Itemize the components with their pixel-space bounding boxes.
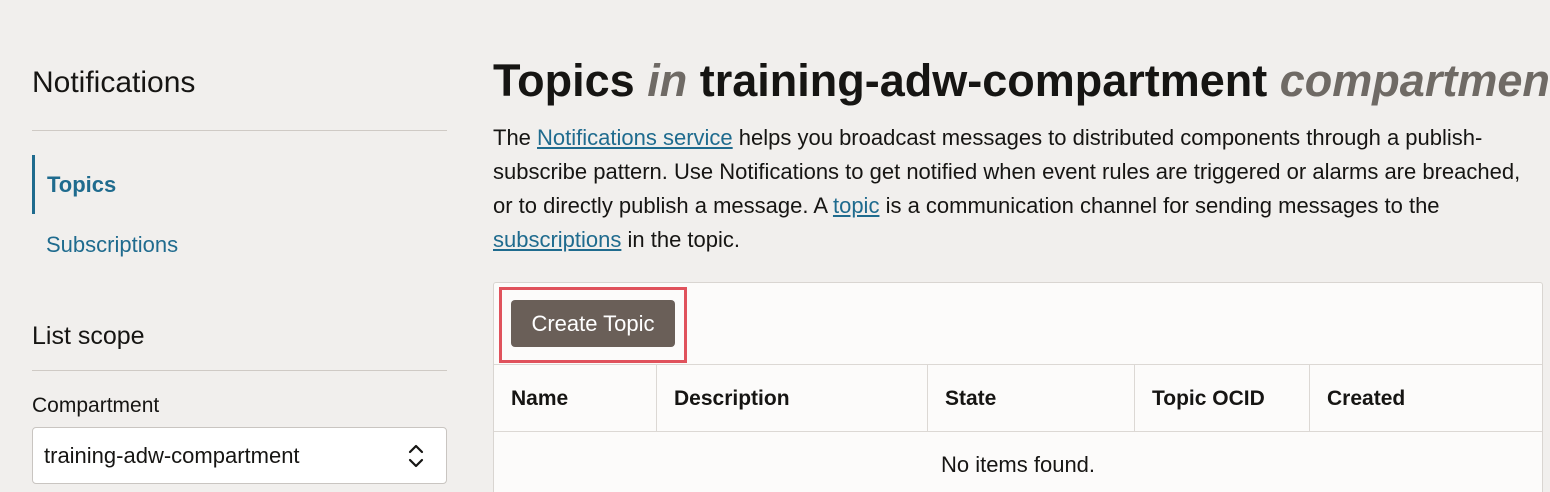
page: Notifications Topics Subscriptions List … — [0, 0, 1550, 492]
notifications-service-link[interactable]: Notifications service — [537, 125, 733, 150]
topics-table-panel: Create Topic Name Description State Topi… — [493, 282, 1543, 492]
subscriptions-link[interactable]: subscriptions — [493, 227, 621, 252]
sidebar-divider — [32, 130, 447, 131]
column-header-created[interactable]: Created — [1309, 365, 1544, 432]
table-toolbar: Create Topic — [494, 283, 1542, 365]
page-title-suffix: compartment — [1279, 55, 1550, 106]
sidebar-item-subscriptions[interactable]: Subscriptions — [32, 214, 447, 276]
sidebar-nav: Topics Subscriptions — [32, 155, 447, 276]
compartment-value: training-adw-compartment — [44, 443, 300, 468]
column-header-topic-ocid[interactable]: Topic OCID — [1134, 365, 1309, 432]
topic-link[interactable]: topic — [833, 193, 879, 218]
column-header-state[interactable]: State — [927, 365, 1134, 432]
chevron-up-down-icon — [408, 444, 424, 468]
page-title-compartment-name: training-adw-compartment — [699, 55, 1268, 106]
list-scope-title: List scope — [32, 322, 145, 350]
intro-text-part: in the topic. — [621, 227, 741, 252]
list-scope-divider — [32, 370, 447, 371]
intro-text-part: is a communication channel for sending m… — [879, 193, 1440, 218]
sidebar-item-topics[interactable]: Topics — [32, 155, 447, 214]
create-topic-button[interactable]: Create Topic — [511, 300, 675, 347]
page-title-resource: Topics — [493, 55, 635, 106]
intro-text: The Notifications service helps you broa… — [493, 121, 1538, 257]
column-header-name[interactable]: Name — [494, 365, 656, 432]
sidebar-title: Notifications — [32, 66, 196, 99]
compartment-label: Compartment — [32, 394, 160, 417]
column-header-description[interactable]: Description — [656, 365, 927, 432]
table-header: Name Description State Topic OCID Create… — [494, 365, 1542, 432]
page-title-in: in — [647, 55, 688, 106]
intro-text-part: The — [493, 125, 538, 150]
empty-state-message: No items found. — [940, 452, 1096, 477]
page-title: Topics in training-adw-compartment compa… — [493, 55, 1550, 107]
compartment-select[interactable]: training-adw-compartment — [32, 427, 447, 484]
